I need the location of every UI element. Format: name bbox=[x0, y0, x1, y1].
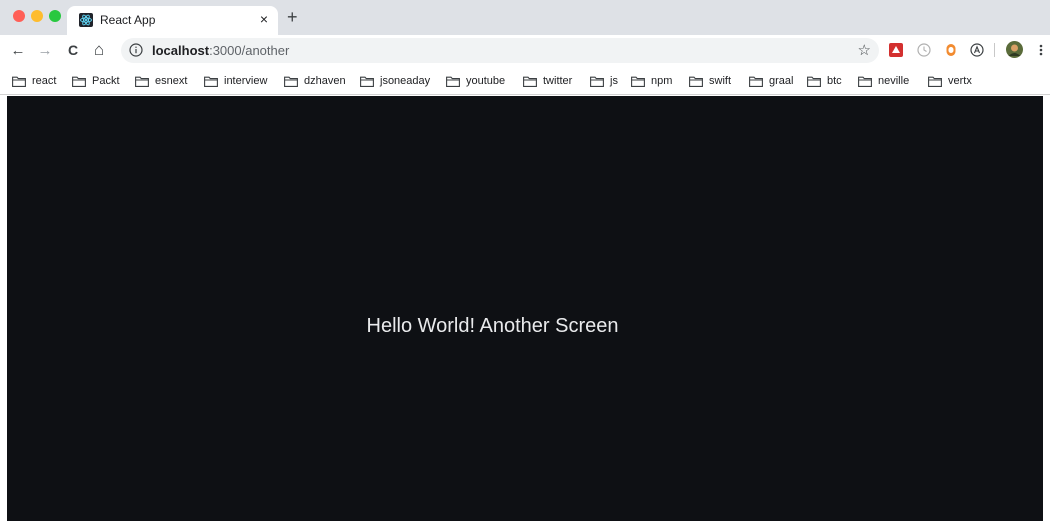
tab-react-app[interactable]: React App × bbox=[67, 6, 278, 35]
toolbar-divider bbox=[994, 43, 995, 57]
bookmark-label: twitter bbox=[543, 75, 573, 87]
bookmark-star-icon[interactable]: ☆ bbox=[858, 41, 871, 59]
browser-toolbar: ← → C ⌂ localhost:3000/another ☆ bbox=[0, 35, 1050, 66]
bookmark-swift[interactable]: swift bbox=[689, 73, 731, 89]
bookmark-vertx[interactable]: vertx bbox=[928, 73, 972, 89]
folder-icon bbox=[72, 76, 86, 87]
bookmark-twitter[interactable]: twitter bbox=[523, 73, 572, 89]
bookmark-label: vertx bbox=[948, 75, 972, 87]
folder-icon bbox=[284, 76, 298, 87]
bookmarks-bar: react Packt esnext interview dzhaven jsoneada… bbox=[0, 66, 1050, 95]
window-maximize-button[interactable] bbox=[49, 10, 61, 22]
folder-icon bbox=[204, 76, 218, 87]
extension-red-icon[interactable] bbox=[889, 43, 903, 57]
bookmark-jsoneaday[interactable]: jsoneaday bbox=[360, 73, 430, 89]
bookmark-label: npm bbox=[651, 75, 673, 87]
forward-icon[interactable]: → bbox=[36, 41, 54, 59]
browser-window: React App × + ← → C ⌂ localhost:3000/ano… bbox=[0, 0, 1050, 521]
bookmark-label: neville bbox=[878, 75, 910, 87]
folder-icon bbox=[689, 76, 703, 87]
bookmark-label: interview bbox=[224, 75, 268, 87]
bookmark-npm[interactable]: npm bbox=[631, 73, 672, 89]
bookmark-label: youtube bbox=[466, 75, 506, 87]
bookmark-label: esnext bbox=[155, 75, 188, 87]
folder-icon bbox=[360, 76, 374, 87]
bookmark-js[interactable]: js bbox=[590, 73, 618, 89]
bookmark-react[interactable]: react bbox=[12, 73, 56, 89]
address-bar[interactable]: localhost:3000/another ☆ bbox=[121, 38, 879, 63]
url-path: :3000/another bbox=[209, 43, 290, 58]
bookmark-interview[interactable]: interview bbox=[204, 73, 267, 89]
bookmark-neville[interactable]: neville bbox=[858, 73, 909, 89]
url-host: localhost bbox=[152, 43, 210, 58]
folder-icon bbox=[590, 76, 604, 87]
bookmark-dzhaven[interactable]: dzhaven bbox=[284, 73, 346, 89]
bookmark-btc[interactable]: btc bbox=[807, 73, 842, 89]
page-message: Hello World! Another Screen bbox=[366, 315, 619, 337]
window-minimize-button[interactable] bbox=[31, 10, 43, 22]
folder-icon bbox=[523, 76, 537, 87]
bookmark-packt[interactable]: Packt bbox=[72, 73, 120, 89]
folder-icon bbox=[749, 76, 763, 87]
bookmark-label: swift bbox=[709, 75, 731, 87]
extension-orange-icon[interactable] bbox=[944, 43, 958, 57]
folder-icon bbox=[446, 76, 460, 87]
tab-close-icon[interactable]: × bbox=[260, 11, 268, 27]
folder-icon bbox=[928, 76, 942, 87]
home-icon[interactable]: ⌂ bbox=[90, 40, 108, 59]
page-content: Hello World! Another Screen bbox=[7, 96, 1043, 521]
back-icon[interactable]: ← bbox=[9, 41, 27, 59]
folder-icon bbox=[631, 76, 645, 87]
folder-icon bbox=[807, 76, 821, 87]
new-tab-button[interactable]: + bbox=[287, 8, 298, 26]
address-url[interactable]: localhost:3000/another bbox=[152, 43, 289, 58]
bookmark-label: dzhaven bbox=[304, 75, 346, 87]
window-close-button[interactable] bbox=[13, 10, 25, 22]
extension-a-icon[interactable] bbox=[970, 43, 984, 57]
extension-clock-icon[interactable] bbox=[917, 43, 931, 57]
info-icon[interactable] bbox=[129, 43, 143, 57]
bookmark-esnext[interactable]: esnext bbox=[135, 73, 187, 89]
bookmark-graal[interactable]: graal bbox=[749, 73, 793, 89]
bookmark-label: btc bbox=[827, 75, 842, 87]
kebab-menu-icon[interactable] bbox=[1038, 43, 1044, 57]
react-logo-icon bbox=[79, 13, 93, 27]
profile-avatar-icon[interactable] bbox=[1006, 41, 1023, 58]
folder-icon bbox=[12, 76, 26, 87]
bookmark-label: js bbox=[610, 75, 618, 87]
bookmark-label: react bbox=[32, 75, 57, 87]
tab-strip: React App × + bbox=[0, 0, 1050, 35]
bookmark-youtube[interactable]: youtube bbox=[446, 73, 505, 89]
bookmark-label: jsoneaday bbox=[380, 75, 431, 87]
bookmark-label: Packt bbox=[92, 75, 120, 87]
tab-title: React App bbox=[100, 13, 156, 27]
folder-icon bbox=[858, 76, 872, 87]
bookmark-label: graal bbox=[769, 75, 794, 87]
folder-icon bbox=[135, 76, 149, 87]
reload-icon[interactable]: C bbox=[64, 41, 82, 59]
